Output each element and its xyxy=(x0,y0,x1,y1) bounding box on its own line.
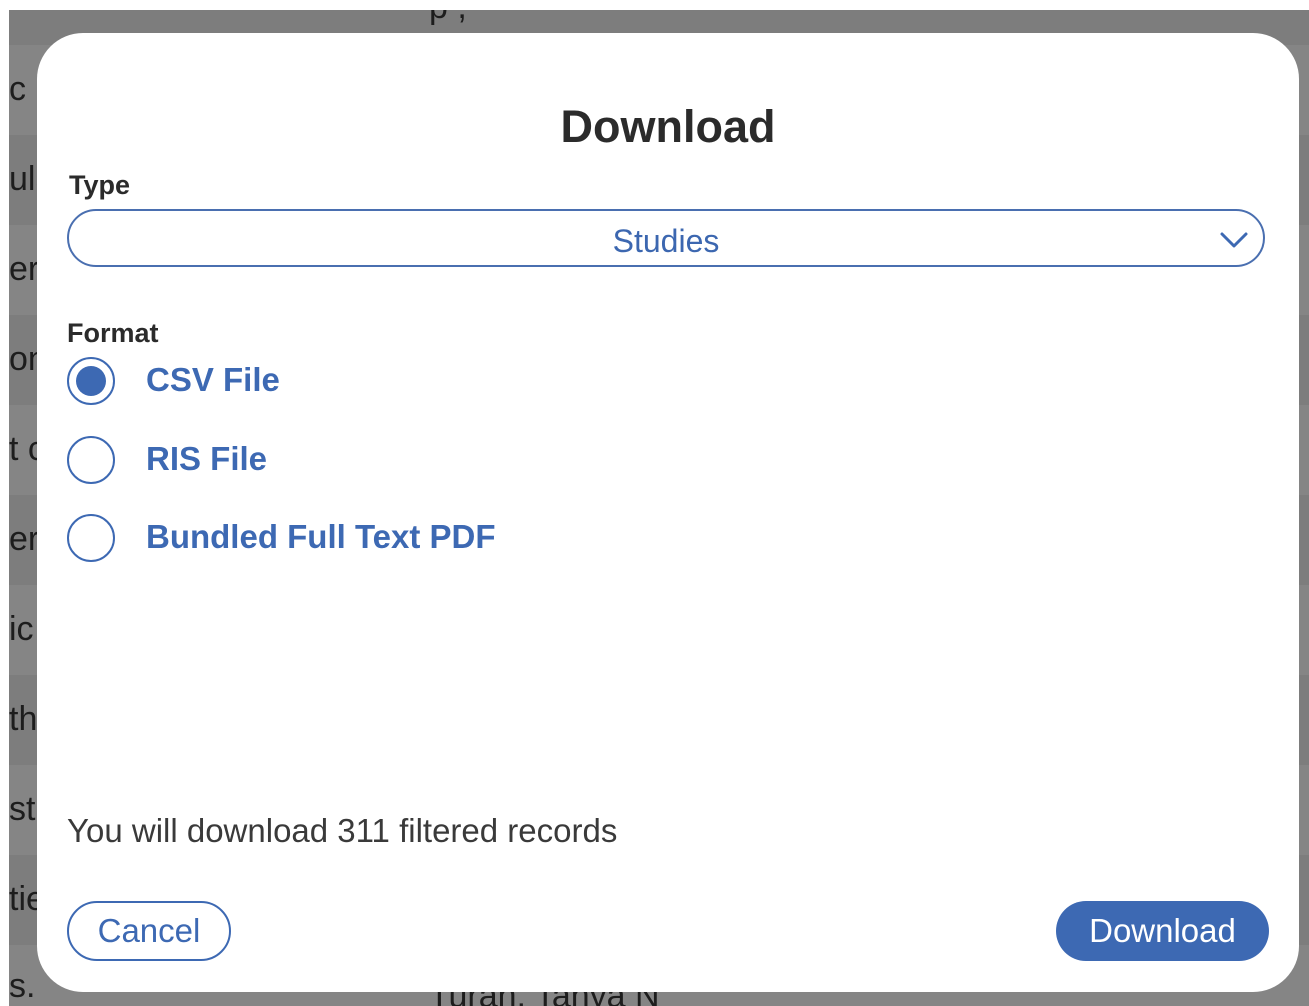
download-summary-text: You will download 311 filtered records xyxy=(67,812,618,849)
background-text-fragment: er xyxy=(9,520,40,558)
background-text-fragment: p , xyxy=(429,10,467,27)
radio-button-checked[interactable] xyxy=(67,357,115,405)
background-text-fragment: st xyxy=(9,790,36,828)
radio-button[interactable] xyxy=(67,436,115,484)
format-option-label: CSV File xyxy=(146,361,280,398)
background-text-fragment: ic xyxy=(9,610,34,648)
format-option-ris[interactable]: RIS File xyxy=(67,436,367,486)
radio-button[interactable] xyxy=(67,514,115,562)
type-select-value: Studies xyxy=(612,223,720,259)
background-text-fragment: th xyxy=(9,700,38,738)
background-text-fragment: er xyxy=(9,250,40,288)
type-select[interactable]: Studies xyxy=(67,209,1265,267)
modal-title: Download xyxy=(560,101,776,152)
page: p , c ula er ons t c er ic th st tie xyxy=(0,0,1309,1006)
format-option-csv[interactable]: CSV File xyxy=(67,357,367,407)
cancel-button[interactable]: Cancel xyxy=(67,901,231,961)
format-option-label: RIS File xyxy=(146,440,268,477)
format-label: Format xyxy=(67,318,159,348)
chevron-down-icon xyxy=(1220,232,1248,248)
format-option-label: Bundled Full Text PDF xyxy=(146,518,496,555)
background-text-fragment: s. xyxy=(9,967,36,1005)
type-label: Type xyxy=(69,170,131,200)
download-button[interactable]: Download xyxy=(1056,901,1269,961)
format-option-pdf[interactable]: Bundled Full Text PDF xyxy=(67,514,587,564)
background-text-fragment: c xyxy=(9,70,26,108)
